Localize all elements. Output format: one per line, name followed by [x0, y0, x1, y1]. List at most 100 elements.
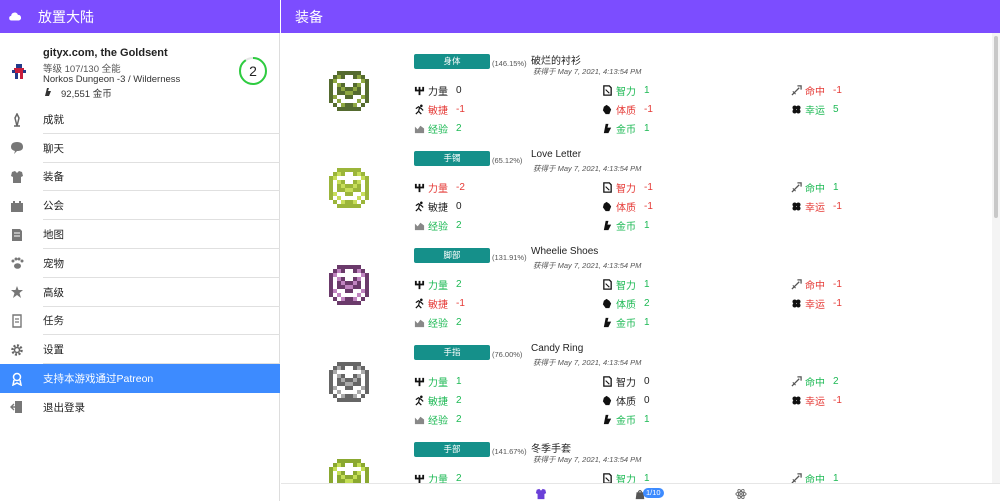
sidebar: gityx.com, the Goldsent 等级 107/130 全能 No…	[0, 33, 280, 501]
stat-str: 力量 2	[414, 471, 462, 483]
item-quality-percent: (146.15%)	[492, 59, 527, 68]
constitution-icon	[602, 395, 613, 406]
stat-value: 1	[644, 279, 650, 290]
stat-luck: 幸运 5	[791, 102, 839, 117]
stat-label: 命中	[805, 184, 825, 195]
stat-value: 2	[456, 473, 462, 483]
stat-hit: 命中 1	[791, 180, 839, 195]
cloud-icon	[8, 10, 22, 24]
equipment-tab-icon[interactable]	[535, 488, 547, 500]
agility-icon	[414, 298, 425, 309]
stat-label: 敏捷	[428, 106, 448, 117]
equipment-item[interactable]: 手指 (76.00%) Candy Ring 获得于 May 7, 2021, 4:1…	[281, 324, 992, 427]
avatar	[9, 62, 29, 82]
constitution-icon	[602, 104, 613, 115]
accuracy-icon	[791, 279, 802, 290]
stat-value: 0	[456, 85, 462, 96]
agility-icon	[414, 201, 425, 212]
stat-value: -1	[456, 104, 465, 115]
stat-value: 2	[456, 279, 462, 290]
luck-clover-icon	[791, 298, 802, 309]
profile-card[interactable]: gityx.com, the Goldsent 等级 107/130 全能 No…	[0, 33, 280, 105]
sidebar-item-map[interactable]: 地图	[0, 220, 280, 249]
patreon-icon	[9, 371, 24, 386]
sidebar-item-label: 成就	[43, 113, 64, 126]
stat-value: -1	[644, 182, 653, 193]
stat-value: 5	[833, 104, 839, 115]
item-name: 冬季手套	[531, 444, 571, 455]
stat-label: 命中	[805, 281, 825, 292]
equipment-list[interactable]: 身体 (146.15%) 破烂的衬衫 获得于 May 7, 2021, 4:13:54…	[281, 33, 992, 483]
stat-value: 1	[833, 473, 839, 483]
stat-value: -1	[456, 298, 465, 309]
bottom-toolbar: 1/10	[281, 483, 1000, 501]
item-quality-percent: (65.12%)	[492, 156, 523, 165]
sidebar-item-guild[interactable]: 公会	[0, 191, 280, 221]
sidebar-item-quests[interactable]: 任务	[0, 307, 280, 336]
sidebar-item-equipment[interactable]: 装备	[0, 163, 280, 192]
app-title: 放置大陆	[38, 8, 94, 25]
stat-label: 幸运	[805, 203, 825, 214]
intelligence-icon	[602, 376, 613, 387]
sidebar-item-premium[interactable]: 高级	[0, 278, 280, 307]
sidebar-item-pets[interactable]: 宠物	[0, 249, 280, 278]
sidebar-item-achievements[interactable]: 成就	[0, 105, 280, 134]
stat-label: 力量	[428, 378, 448, 389]
equipment-icon	[9, 170, 24, 185]
constitution-icon	[602, 201, 613, 212]
item-sprite[interactable]	[329, 362, 369, 402]
item-name: Candy Ring	[531, 343, 584, 354]
agility-icon	[414, 104, 425, 115]
stat-value: -1	[644, 104, 653, 115]
item-obtained-date: 获得于 May 7, 2021, 4:13:54 PM	[533, 261, 642, 270]
stat-label: 幸运	[805, 300, 825, 311]
stat-con: 体质 -1	[602, 102, 653, 117]
stat-con: 体质 2	[602, 296, 650, 311]
stat-label: 敏捷	[428, 397, 448, 408]
atom-icon[interactable]	[735, 488, 747, 500]
item-sprite[interactable]	[329, 71, 369, 111]
equipment-item[interactable]: 脚部 (131.91%) Wheelie Shoes 获得于 May 7, 2021,…	[281, 227, 992, 330]
page-title: 装备	[295, 8, 323, 25]
item-name: Wheelie Shoes	[531, 246, 599, 257]
stat-str: 力量 0	[414, 83, 462, 98]
item-obtained-date: 获得于 May 7, 2021, 4:13:54 PM	[533, 67, 642, 76]
level-progress-value: 2	[249, 63, 257, 79]
sidebar-item-label: 公会	[43, 200, 64, 213]
player-level: 等级 107/130 全能	[43, 64, 121, 75]
luck-clover-icon	[791, 395, 802, 406]
stat-label: 体质	[616, 203, 636, 214]
luck-clover-icon	[791, 201, 802, 212]
stat-label: 力量	[428, 87, 448, 98]
intelligence-icon	[602, 473, 613, 483]
item-sprite[interactable]	[329, 168, 369, 208]
stat-value: -1	[833, 298, 842, 309]
stat-label: 命中	[805, 87, 825, 98]
sidebar-item-settings[interactable]: 设置	[0, 335, 280, 365]
sidebar-item-logout[interactable]: 退出登录	[0, 393, 280, 422]
equipment-item[interactable]: 身体 (146.15%) 破烂的衬衫 获得于 May 7, 2021, 4:13:54…	[281, 33, 992, 136]
sidebar-item-patreon[interactable]: 支持本游戏通过Patreon	[0, 364, 280, 393]
equipment-item[interactable]: 手部 (141.67%) 冬季手套 获得于 May 7, 2021, 4:13:54 …	[281, 421, 992, 483]
stat-str: 力量 -2	[414, 180, 465, 195]
stat-luck: 幸运 -1	[791, 393, 842, 408]
sidebar-item-chat[interactable]: 聊天	[0, 134, 280, 163]
stat-label: 力量	[428, 475, 448, 483]
strength-icon	[414, 376, 425, 387]
scrollbar[interactable]	[992, 33, 1000, 483]
scrollbar-thumb[interactable]	[994, 36, 998, 218]
stat-label: 智力	[616, 87, 636, 98]
stat-label: 体质	[616, 397, 636, 408]
item-quality-percent: (131.91%)	[492, 253, 527, 262]
item-obtained-date: 获得于 May 7, 2021, 4:13:54 PM	[533, 164, 642, 173]
stat-hit: 命中 -1	[791, 83, 842, 98]
stat-label: 体质	[616, 106, 636, 117]
stat-value: 0	[644, 376, 650, 387]
item-sprite[interactable]	[329, 459, 369, 483]
item-obtained-date: 获得于 May 7, 2021, 4:13:54 PM	[533, 358, 642, 367]
achievement-icon	[9, 112, 24, 127]
chat-icon	[9, 141, 24, 156]
equipment-item[interactable]: 手镯 (65.12%) Love Letter 获得于 May 7, 2021, 4:…	[281, 130, 992, 233]
stat-int: 智力 1	[602, 471, 650, 483]
item-sprite[interactable]	[329, 265, 369, 305]
